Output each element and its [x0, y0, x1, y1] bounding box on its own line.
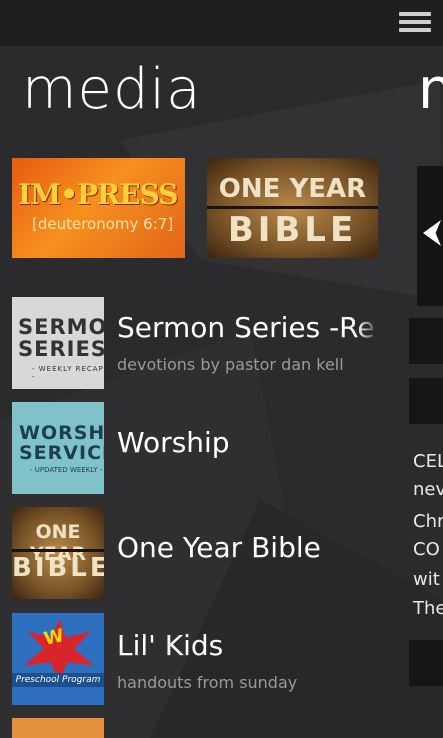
next-panel-text: Chr — [413, 511, 443, 532]
list-item-title: Worship — [117, 426, 230, 459]
one-year-bible-thumbnail: ONE YEAR BIBLE — [12, 507, 104, 599]
next-panel-text: nev — [413, 479, 443, 500]
thumb-text: - UPDATED WEEKLY - — [30, 466, 103, 474]
next-panel-button[interactable] — [409, 318, 443, 364]
thumb-text: Preschool Program — [12, 673, 104, 687]
list-item-title: One Year Bible — [117, 531, 321, 564]
next-panel-button[interactable] — [409, 640, 443, 686]
impress-tile-subtitle: [deuteronomy 6:7] — [32, 215, 174, 233]
thumb-text: SERMON — [18, 315, 104, 339]
next-panel-text: CO — [413, 539, 440, 560]
list-item-subtitle: devotions by pastor dan kell — [117, 355, 344, 374]
thumb-text: BIBLE — [12, 553, 104, 583]
list-item-title: Lil' Kids — [117, 629, 224, 662]
thumb-text: - WEEKLY RECAP - — [32, 365, 104, 381]
divider-line — [207, 206, 378, 209]
next-panel-text: CEL — [413, 451, 443, 472]
thumb-text: WORSHIP — [19, 422, 104, 444]
next-panel-tile[interactable] — [417, 166, 443, 306]
page-title: media — [22, 57, 202, 122]
text-fade — [357, 297, 379, 389]
featured-tile-one-year-bible[interactable]: ONE YEAR BIBLE — [207, 158, 378, 258]
worship-thumbnail: WORSHIP SERVICE - UPDATED WEEKLY - — [12, 402, 104, 494]
divider-line — [12, 549, 104, 552]
one-year-tile-line1: ONE YEAR — [218, 174, 367, 204]
hamburger-menu-icon[interactable] — [399, 12, 431, 34]
sermon-series-thumbnail: SERMON SERIES - WEEKLY RECAP - — [12, 297, 104, 389]
next-panel-text: wit — [413, 569, 440, 590]
thumb-text: W — [42, 625, 66, 650]
top-bar — [0, 0, 443, 46]
list-item-sermon-series[interactable]: SERMON SERIES - WEEKLY RECAP - Sermon Se… — [12, 297, 442, 389]
chevron-left-icon — [423, 220, 441, 246]
list-item-worship[interactable]: WORSHIP SERVICE - UPDATED WEEKLY - Worsh… — [12, 402, 442, 494]
list-item-lil-kids[interactable]: W Preschool Program Lil' Kids handouts f… — [12, 613, 442, 705]
list-item-subtitle: handouts from sunday — [117, 673, 298, 692]
list-item-partial-thumbnail[interactable] — [12, 718, 104, 738]
list-item-one-year-bible[interactable]: ONE YEAR BIBLE One Year Bible — [12, 507, 442, 599]
lil-kids-thumbnail: W Preschool Program — [12, 613, 104, 705]
next-panel-title[interactable]: n — [418, 62, 443, 118]
thumb-text: SERIES — [18, 337, 104, 361]
featured-tile-impress[interactable]: IM•PRESS [deuteronomy 6:7] — [12, 158, 185, 258]
thumb-text: SERVICE — [19, 442, 104, 464]
impress-tile-title: IM•PRESS — [18, 178, 178, 211]
next-panel-button[interactable] — [409, 378, 443, 424]
next-panel-text: The — [413, 598, 443, 619]
list-item-title: Sermon Series -Re — [117, 311, 375, 344]
one-year-tile-line2: BIBLE — [227, 210, 358, 250]
